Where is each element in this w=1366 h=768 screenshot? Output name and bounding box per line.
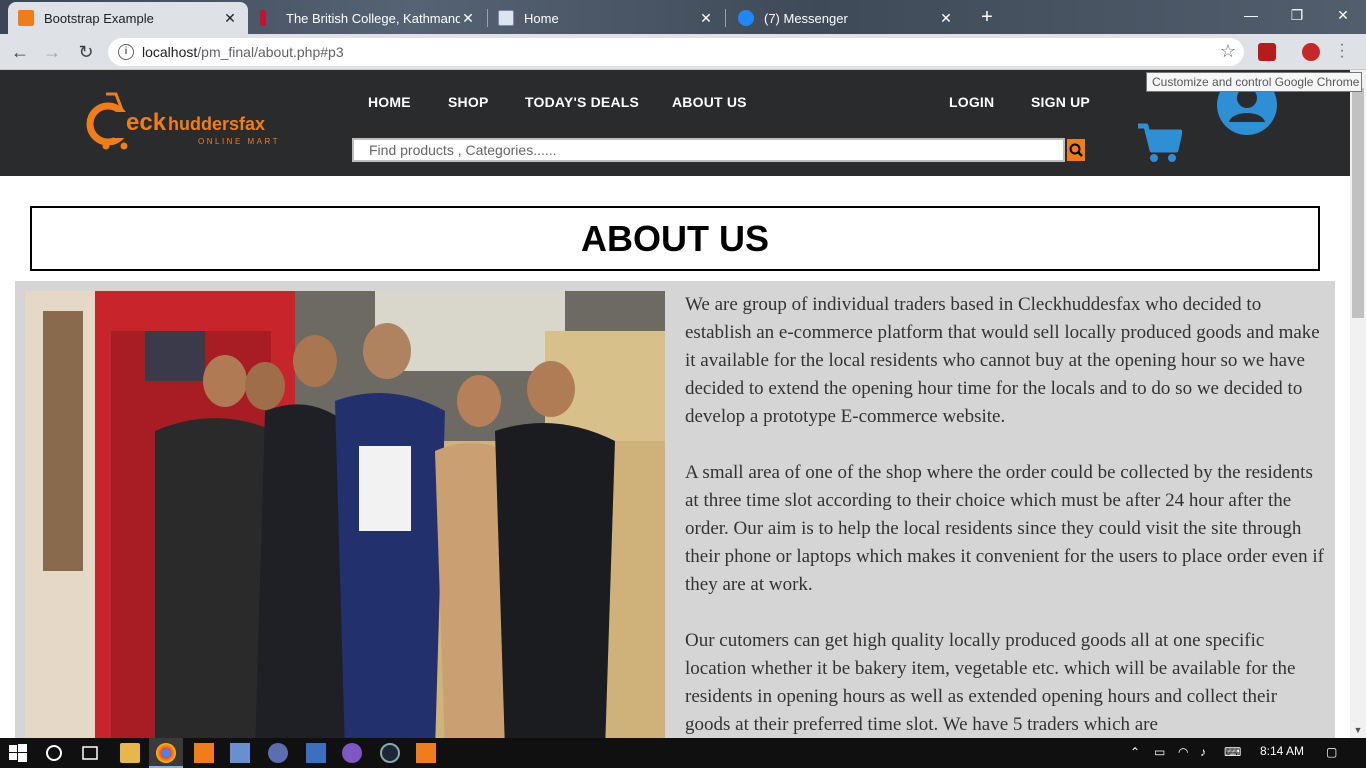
team-photo — [25, 291, 665, 738]
sublime-icon[interactable] — [194, 743, 214, 763]
wifi-icon[interactable]: ◠ — [1178, 745, 1188, 759]
logo-subtitle: ONLINE MART — [198, 137, 280, 146]
url-text: localhost/pm_final/about.php#p3 — [142, 44, 344, 60]
scroll-thumb[interactable] — [1352, 88, 1364, 318]
about-paragraph: Our cutomers can get high quality locall… — [685, 630, 1296, 735]
search-button[interactable] — [1067, 139, 1085, 161]
tab-home[interactable]: Home ✕ — [488, 2, 724, 34]
browser-tab-strip: Bootstrap Example ✕ The British College,… — [0, 0, 1366, 34]
site-logo[interactable]: eck huddersfax ONLINE MART — [86, 90, 296, 152]
viber-icon[interactable] — [342, 743, 362, 763]
chrome-icon[interactable] — [156, 743, 176, 763]
close-icon[interactable]: ✕ — [938, 10, 954, 27]
extension-icon[interactable] — [1258, 43, 1276, 61]
windows-start-icon[interactable] — [8, 743, 28, 763]
about-panel: We are group of individual traders based… — [15, 281, 1335, 738]
tab-british-college[interactable]: The British College, Kathmandu : ✕ — [250, 2, 486, 34]
logo-lettering-huddersfax: huddersfax — [168, 114, 265, 134]
back-arrow-icon[interactable]: ← — [8, 40, 32, 64]
about-paragraph: A small area of one of the shop where th… — [685, 462, 1324, 595]
notification-icon[interactable]: ▢ — [1326, 745, 1337, 759]
tab-title: Bootstrap Example — [44, 10, 154, 26]
bookmark-star-icon[interactable]: ☆ — [1220, 41, 1236, 62]
chrome-menu-icon[interactable]: · · · — [1338, 37, 1346, 65]
search-icon[interactable] — [44, 743, 64, 763]
nav-shop[interactable]: SHOP — [448, 94, 488, 110]
close-icon[interactable]: ✕ — [698, 10, 714, 27]
steam-icon[interactable] — [380, 743, 400, 763]
search-field — [352, 138, 1065, 162]
page-scrollbar[interactable]: ▲ ▼ — [1350, 70, 1366, 738]
search-icon — [1069, 143, 1083, 157]
page-icon — [498, 10, 514, 26]
about-text: We are group of individual traders based… — [685, 291, 1325, 738]
close-window-button[interactable]: ✕ — [1320, 0, 1366, 30]
tab-messenger[interactable]: (7) Messenger ✕ — [728, 2, 964, 34]
nav-home[interactable]: HOME — [368, 94, 411, 110]
nav-todays-deals[interactable]: TODAY'S DEALS — [525, 94, 639, 110]
app-icon[interactable] — [230, 743, 250, 763]
nav-sign-up[interactable]: SIGN UP — [1031, 94, 1090, 110]
html-file-icon — [18, 10, 34, 26]
menu-tooltip: Customize and control Google Chrome — [1146, 72, 1362, 92]
tab-title: The British College, Kathmandu : — [286, 10, 460, 26]
page-viewport: eck huddersfax ONLINE MART HOME SHOP TOD… — [0, 70, 1350, 738]
reload-icon[interactable]: ↻ — [74, 40, 98, 64]
logo-lettering-eck: eck — [126, 109, 167, 136]
nav-login[interactable]: LOGIN — [949, 94, 994, 110]
search-input[interactable] — [354, 140, 1063, 160]
nav-about-us[interactable]: ABOUT US — [672, 94, 747, 110]
tray-chevron-icon[interactable]: ⌃ — [1130, 745, 1140, 759]
minimize-button[interactable]: — — [1228, 0, 1274, 30]
about-paragraph: We are group of individual traders based… — [685, 294, 1320, 427]
keyboard-icon[interactable]: ⌨ — [1224, 745, 1241, 759]
app-icon[interactable] — [268, 743, 288, 763]
tab-bootstrap-example[interactable]: Bootstrap Example ✕ — [8, 2, 248, 34]
about-us-heading: ABOUT US — [30, 206, 1320, 271]
tab-title: Home — [524, 10, 559, 26]
battery-icon[interactable]: ▭ — [1154, 745, 1165, 759]
address-bar[interactable]: i localhost/pm_final/about.php#p3 ☆ — [108, 38, 1244, 66]
clock-time[interactable]: 8:14 AM — [1260, 744, 1304, 758]
info-icon[interactable]: i — [118, 44, 134, 60]
forward-arrow-icon[interactable]: → — [40, 40, 64, 64]
profile-icon[interactable] — [1302, 43, 1320, 61]
browser-toolbar: ← → ↻ i localhost/pm_final/about.php#p3 … — [0, 34, 1366, 70]
shopping-cart-icon[interactable] — [1136, 118, 1182, 164]
close-icon[interactable]: ✕ — [222, 10, 238, 27]
close-icon[interactable]: ✕ — [460, 10, 476, 27]
file-explorer-icon[interactable] — [120, 743, 140, 763]
messenger-icon — [738, 10, 754, 26]
tab-title: (7) Messenger — [764, 10, 848, 26]
app-icon[interactable] — [306, 743, 326, 763]
restore-button[interactable]: ❐ — [1274, 0, 1320, 30]
volume-icon[interactable]: ♪ — [1200, 745, 1206, 759]
scroll-down-icon[interactable]: ▼ — [1350, 722, 1366, 738]
tab-separator — [725, 9, 726, 27]
new-tab-button[interactable]: + — [976, 6, 998, 28]
windows-taskbar: ⌃ ▭ ◠ ♪ ⌨ 8:14 AM ▢ — [0, 738, 1366, 768]
xampp-icon[interactable] — [416, 743, 436, 763]
college-logo-icon — [260, 10, 266, 26]
task-view-icon[interactable] — [80, 743, 100, 763]
